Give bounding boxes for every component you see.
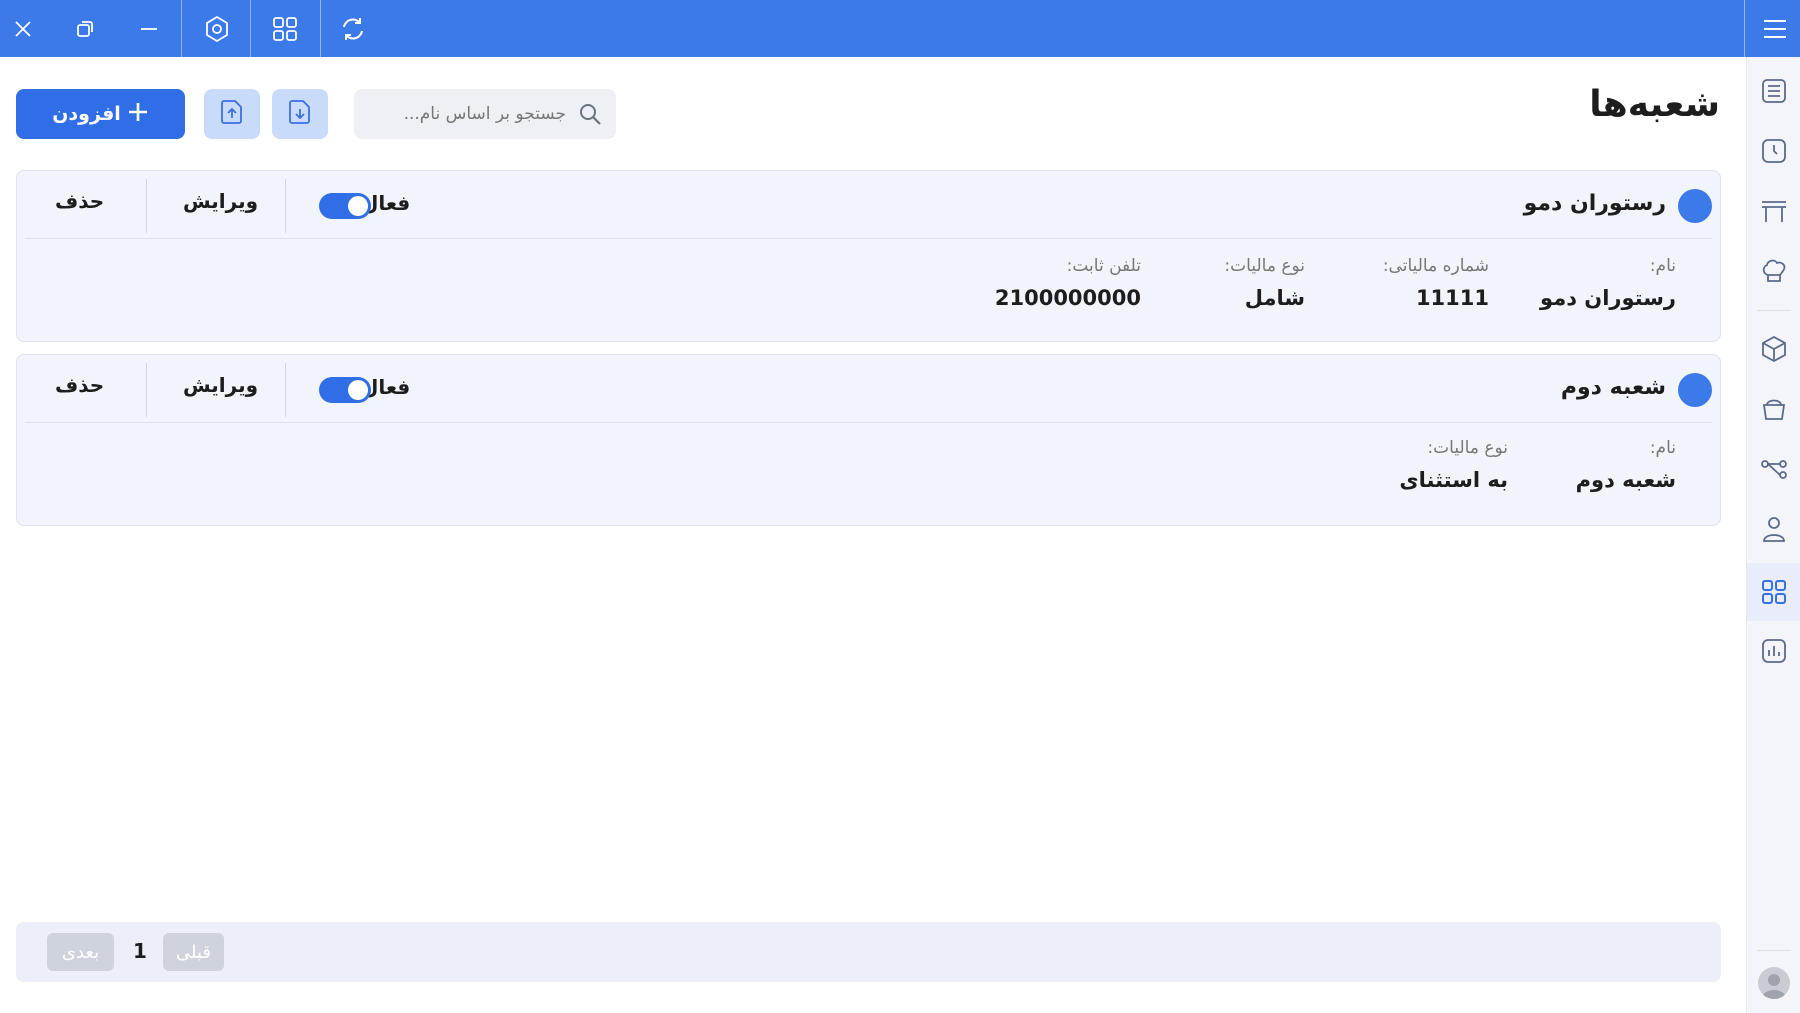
field-tax-type: نوع مالیات: شامل — [1224, 256, 1305, 310]
edit-button[interactable]: ویرایش — [183, 189, 258, 213]
list-icon[interactable] — [1747, 65, 1800, 117]
title-separator — [1744, 0, 1745, 57]
file-download-icon — [286, 98, 314, 130]
minimize-icon[interactable] — [126, 0, 172, 57]
import-button[interactable] — [272, 89, 328, 139]
prev-page-button[interactable]: قبلی — [163, 933, 224, 971]
plus-icon — [127, 101, 149, 128]
file-upload-icon — [218, 98, 246, 130]
action-separator — [285, 363, 286, 417]
branches-icon[interactable] — [1747, 563, 1800, 621]
field-value: شعبه دوم — [1575, 468, 1676, 492]
add-button[interactable]: افزودن — [16, 89, 185, 139]
status-dot — [1678, 189, 1712, 223]
branch-name: رستوران دمو — [1523, 191, 1666, 216]
branch-card: شعبه دوم فعال ویرایش حذف نام: شعبه دوم ن… — [16, 354, 1721, 526]
field-label: نوع مالیات: — [1427, 438, 1508, 458]
table-icon[interactable] — [1747, 185, 1800, 237]
close-icon[interactable] — [0, 0, 46, 57]
restore-icon[interactable] — [62, 0, 108, 57]
toggle-knob — [348, 196, 368, 216]
refresh-icon[interactable] — [328, 0, 378, 57]
next-page-button[interactable]: بعدی — [47, 933, 114, 971]
action-separator — [146, 179, 147, 233]
field-label: شماره مالیاتی: — [1382, 256, 1489, 276]
field-tax-type: نوع مالیات: به استثنای — [1399, 438, 1508, 492]
avatar[interactable] — [1758, 967, 1790, 999]
field-value: به استثنای — [1399, 468, 1508, 492]
field-label: تلفن ثابت: — [1066, 256, 1141, 276]
user-icon[interactable] — [1747, 503, 1800, 555]
grid-icon[interactable] — [260, 0, 310, 57]
title-separator — [250, 0, 251, 57]
current-page: 1 — [133, 939, 147, 963]
page-title: شعبه‌ها — [1589, 84, 1720, 125]
title-separator — [181, 0, 182, 57]
add-button-label: افزودن — [52, 103, 121, 125]
title-separator — [320, 0, 321, 57]
search-input[interactable] — [366, 99, 566, 129]
field-phone: تلفن ثابت: 2100000000 — [995, 256, 1141, 310]
search-box — [354, 89, 616, 139]
menu-icon[interactable] — [1750, 0, 1800, 57]
branch-name: شعبه دوم — [1560, 375, 1666, 400]
field-label: نام: — [1649, 438, 1676, 458]
search-icon — [578, 102, 602, 130]
box-icon[interactable] — [1747, 323, 1800, 375]
field-label: نوع مالیات: — [1224, 256, 1305, 276]
clock-icon[interactable] — [1747, 125, 1800, 177]
pagination: بعدی 1 قبلی — [16, 922, 1721, 982]
branch-card: رستوران دمو فعال ویرایش حذف نام: رستوران… — [16, 170, 1721, 342]
chef-hat-icon[interactable] — [1747, 245, 1800, 297]
field-tax-number: شماره مالیاتی: 11111 — [1383, 256, 1489, 310]
active-toggle[interactable] — [319, 377, 371, 403]
action-separator — [146, 363, 147, 417]
status-dot — [1678, 373, 1712, 407]
field-name: نام: رستوران دمو — [1540, 256, 1676, 310]
basket-icon[interactable] — [1747, 383, 1800, 435]
toggle-knob — [348, 380, 368, 400]
field-name: نام: شعبه دوم — [1576, 438, 1676, 492]
field-label: نام: — [1649, 256, 1676, 276]
active-toggle[interactable] — [319, 193, 371, 219]
chart-icon[interactable] — [1747, 625, 1800, 677]
sidebar-separator — [1757, 310, 1791, 311]
edit-button[interactable]: ویرایش — [183, 373, 258, 397]
action-separator — [285, 179, 286, 233]
delete-button[interactable]: حذف — [55, 373, 104, 397]
sidebar-separator — [1757, 950, 1791, 951]
delete-button[interactable]: حذف — [55, 189, 104, 213]
flow-icon[interactable] — [1747, 443, 1800, 495]
field-value: شامل — [1244, 286, 1305, 310]
title-bar — [0, 0, 1800, 57]
field-value: 11111 — [1415, 286, 1489, 310]
field-value: 2100000000 — [994, 286, 1141, 310]
sidebar — [1746, 57, 1800, 1013]
field-value: رستوران دمو — [1540, 286, 1676, 310]
settings-icon[interactable] — [192, 0, 242, 57]
branch-card-header: رستوران دمو فعال ویرایش حذف — [25, 171, 1712, 239]
branch-card-header: شعبه دوم فعال ویرایش حذف — [25, 355, 1712, 423]
export-button[interactable] — [204, 89, 260, 139]
